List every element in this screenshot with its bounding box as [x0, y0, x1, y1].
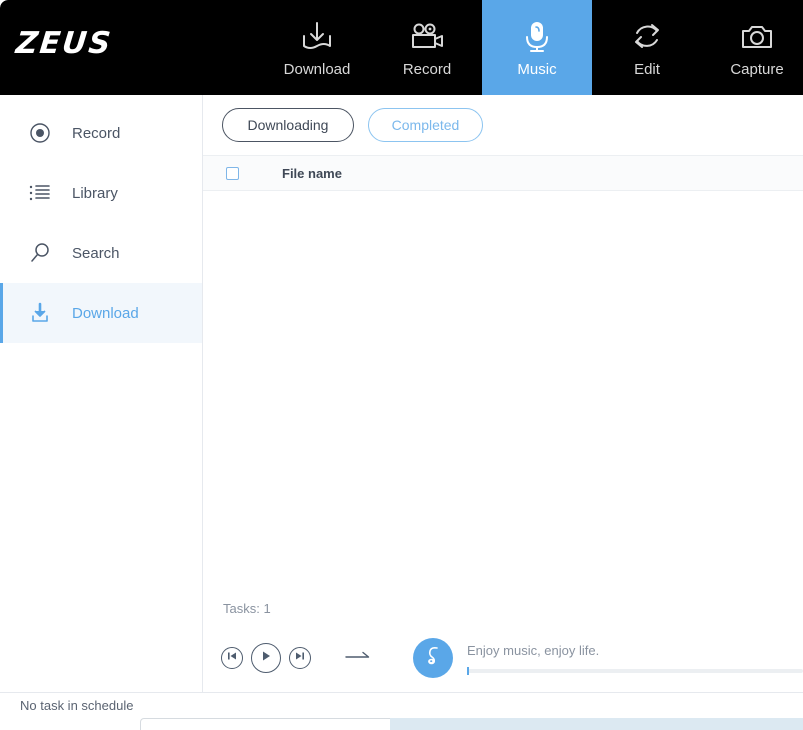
- music-player-bar: Enjoy music, enjoy life.: [203, 623, 803, 692]
- sidebar-item-record[interactable]: Record: [0, 103, 202, 163]
- nav-item-music[interactable]: Music: [482, 0, 592, 95]
- list-icon: [28, 181, 52, 205]
- sidebar-item-search[interactable]: Search: [0, 223, 202, 283]
- tab-completed[interactable]: Completed: [368, 108, 483, 142]
- nav-item-download[interactable]: Download: [262, 0, 372, 95]
- tab-downloading-label: Downloading: [247, 117, 329, 133]
- track-info: Enjoy music, enjoy life.: [467, 643, 803, 675]
- zeus-app-window: ZEUS Download Record Music Edit Capture …: [0, 0, 803, 718]
- file-list-body[interactable]: [203, 191, 803, 593]
- left-sidebar: Record Library Search Download: [0, 95, 203, 692]
- top-nav-items: Download Record Music Edit Capture: [262, 0, 803, 95]
- music-note-icon: [421, 644, 445, 673]
- nav-label-download: Download: [283, 60, 351, 78]
- next-track-button[interactable]: [289, 647, 311, 669]
- microphone-icon: [519, 19, 555, 55]
- nav-label-music: Music: [517, 60, 557, 78]
- download-tray-icon: [298, 19, 336, 55]
- play-mode-button[interactable]: [345, 649, 371, 667]
- nav-item-capture[interactable]: Capture: [702, 0, 803, 95]
- tasks-count: Tasks: 1: [223, 600, 271, 616]
- record-dot-icon: [28, 121, 52, 145]
- app-body: Record Library Search Download Downloadi…: [0, 95, 803, 692]
- nav-label-edit: Edit: [634, 60, 660, 78]
- sidebar-label-record: Record: [72, 124, 121, 142]
- play-button[interactable]: [251, 643, 281, 673]
- nav-item-record[interactable]: Record: [372, 0, 482, 95]
- arrow-right-icon: [345, 649, 371, 667]
- previous-track-button[interactable]: [221, 647, 243, 669]
- tab-downloading[interactable]: Downloading: [222, 108, 354, 142]
- background-window-tint: [390, 718, 803, 730]
- sidebar-label-library: Library: [72, 184, 118, 202]
- status-message: No task in schedule: [20, 698, 134, 713]
- camera-icon: [738, 19, 776, 55]
- refresh-cycle-icon: [628, 19, 666, 55]
- top-navigation-bar: ZEUS Download Record Music Edit Capture: [0, 0, 803, 95]
- nav-label-capture: Capture: [730, 60, 784, 78]
- skip-back-icon: [226, 649, 238, 667]
- file-list-header: File name: [203, 155, 803, 191]
- nav-item-edit[interactable]: Edit: [592, 0, 702, 95]
- main-content: Downloading Completed File name Tasks: 1: [203, 95, 803, 692]
- download-filter-tabs: Downloading Completed: [203, 95, 803, 155]
- sidebar-item-library[interactable]: Library: [0, 163, 202, 223]
- seek-handle[interactable]: [467, 667, 469, 675]
- play-icon: [259, 649, 273, 668]
- nav-label-record: Record: [402, 60, 452, 78]
- album-art: [413, 638, 453, 678]
- select-all-checkbox[interactable]: [226, 166, 239, 180]
- magnifier-icon: [28, 241, 52, 265]
- column-header-file-name: File name: [282, 165, 342, 181]
- skip-forward-icon: [294, 649, 306, 667]
- track-title: Enjoy music, enjoy life.: [467, 643, 600, 658]
- sidebar-item-download[interactable]: Download: [0, 283, 202, 343]
- seek-bar[interactable]: [467, 667, 803, 675]
- sidebar-label-search: Search: [72, 244, 120, 262]
- download-arrow-icon: [28, 301, 52, 325]
- status-bar: No task in schedule: [0, 692, 803, 718]
- sidebar-label-download: Download: [72, 304, 139, 322]
- zeus-logo: ZEUS: [14, 26, 115, 61]
- tab-completed-label: Completed: [391, 117, 460, 133]
- video-camera-icon: [407, 19, 447, 55]
